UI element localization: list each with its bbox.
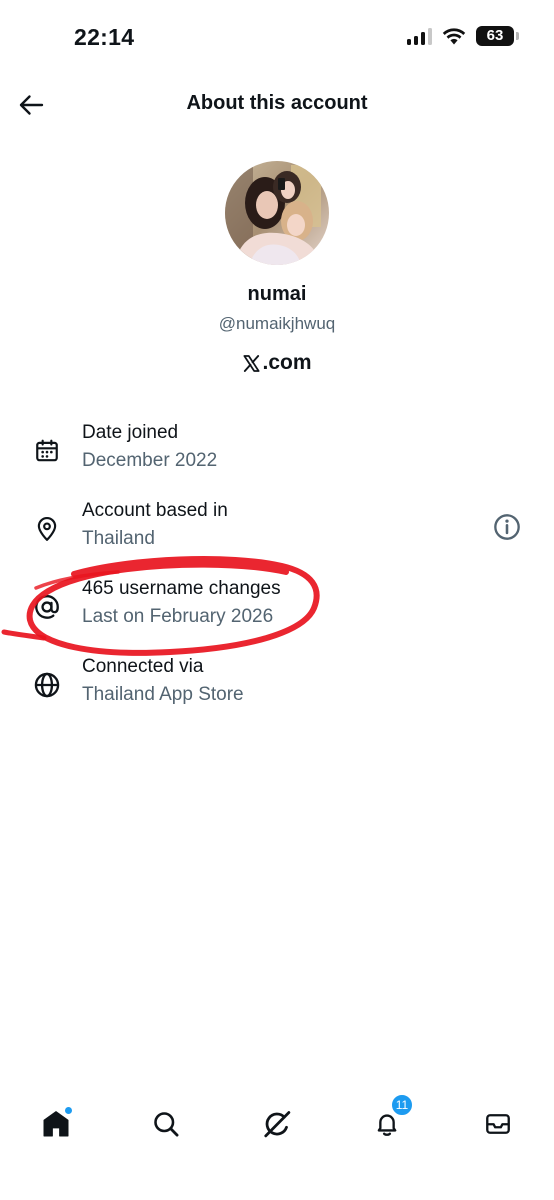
row-value: Last on February 2026 <box>82 606 274 627</box>
home-new-dot <box>64 1106 73 1115</box>
row-value: December 2022 <box>82 450 218 471</box>
battery-indicator: 63 <box>476 26 519 46</box>
row-value: Thailand <box>82 528 155 549</box>
nav-search[interactable] <box>148 1106 184 1142</box>
notification-count-badge: 11 <box>391 1094 413 1116</box>
row-title: Account based in <box>82 500 228 521</box>
info-icon <box>494 514 520 540</box>
home-indicator-area <box>0 1160 554 1200</box>
username-changes-row: 465 username changes Last on February 20… <box>0 578 554 644</box>
status-bar: 22:14 63 <box>0 0 554 76</box>
display-name: numai <box>247 283 307 305</box>
wifi-icon <box>442 28 466 45</box>
row-title: Connected via <box>82 656 204 677</box>
row-title: 465 username changes <box>82 578 281 599</box>
nav-messages[interactable] <box>480 1106 516 1142</box>
nav-grok[interactable] <box>259 1106 295 1142</box>
battery-cap <box>516 32 519 40</box>
battery-level: 63 <box>486 27 504 44</box>
globe-icon <box>32 670 62 700</box>
info-button[interactable] <box>492 512 522 542</box>
top-header: About this account <box>0 76 554 134</box>
avatar[interactable] <box>225 161 329 265</box>
account-based-in-row: Account based in Thailand <box>0 500 554 566</box>
row-value: Thailand App Store <box>82 684 244 705</box>
row-title: Date joined <box>82 422 179 443</box>
site-domain: .com <box>262 351 312 374</box>
page-title: About this account <box>186 92 368 114</box>
status-indicators: 63 <box>407 26 519 46</box>
nav-notifications[interactable]: 11 <box>369 1094 413 1142</box>
status-time: 22:14 <box>74 24 135 50</box>
profile-photo <box>225 161 329 265</box>
nav-home[interactable] <box>38 1106 74 1142</box>
username-handle: @numaikjhwuq <box>218 314 336 333</box>
connected-via-row: Connected via Thailand App Store <box>0 656 554 722</box>
location-pin-icon <box>32 514 62 544</box>
cellular-signal-icon <box>407 27 432 45</box>
site-link[interactable]: .com <box>0 351 554 375</box>
date-joined-row: Date joined December 2022 <box>0 422 554 488</box>
at-sign-icon <box>32 592 62 622</box>
search-icon <box>154 1112 179 1137</box>
grok-icon <box>264 1111 291 1138</box>
messages-icon <box>486 1114 510 1134</box>
bottom-navigation: 11 <box>0 1088 554 1160</box>
x-logo-icon <box>243 354 260 372</box>
calendar-icon <box>32 436 62 466</box>
